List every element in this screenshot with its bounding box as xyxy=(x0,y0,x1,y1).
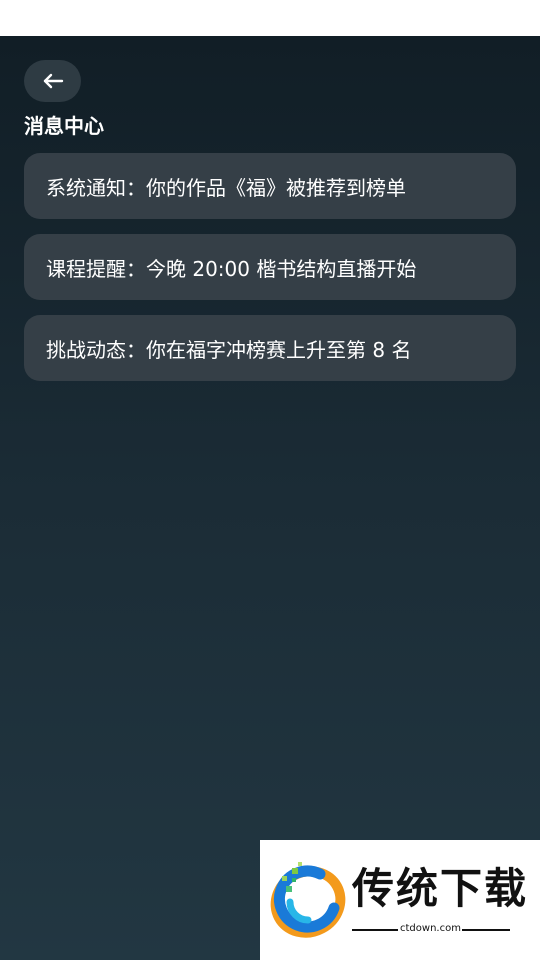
arrow-left-icon xyxy=(42,73,64,89)
message-text: 系统通知：你的作品《福》被推荐到榜单 xyxy=(46,175,406,200)
watermark-logo-icon xyxy=(268,862,348,938)
back-button[interactable] xyxy=(24,60,81,102)
message-text: 课程提醒：今晚 20:00 楷书结构直播开始 xyxy=(46,256,417,281)
status-bar xyxy=(0,0,540,36)
page-title: 消息中心 xyxy=(24,114,104,138)
message-item-course[interactable]: 课程提醒：今晚 20:00 楷书结构直播开始 xyxy=(24,234,516,300)
message-center-screen: 消息中心 系统通知：你的作品《福》被推荐到榜单 课程提醒：今晚 20:00 楷书… xyxy=(0,36,540,960)
watermark-url: ctdown.com xyxy=(400,923,461,934)
message-item-system[interactable]: 系统通知：你的作品《福》被推荐到榜单 xyxy=(24,153,516,219)
watermark: 传统下载 ctdown.com xyxy=(260,840,540,960)
watermark-brand: 传统下载 xyxy=(352,864,529,913)
message-list: 系统通知：你的作品《福》被推荐到榜单 课程提醒：今晚 20:00 楷书结构直播开… xyxy=(24,153,516,396)
message-item-challenge[interactable]: 挑战动态：你在福字冲榜赛上升至第 8 名 xyxy=(24,315,516,381)
watermark-divider xyxy=(352,929,398,931)
watermark-divider xyxy=(462,929,510,931)
message-text: 挑战动态：你在福字冲榜赛上升至第 8 名 xyxy=(46,337,412,362)
